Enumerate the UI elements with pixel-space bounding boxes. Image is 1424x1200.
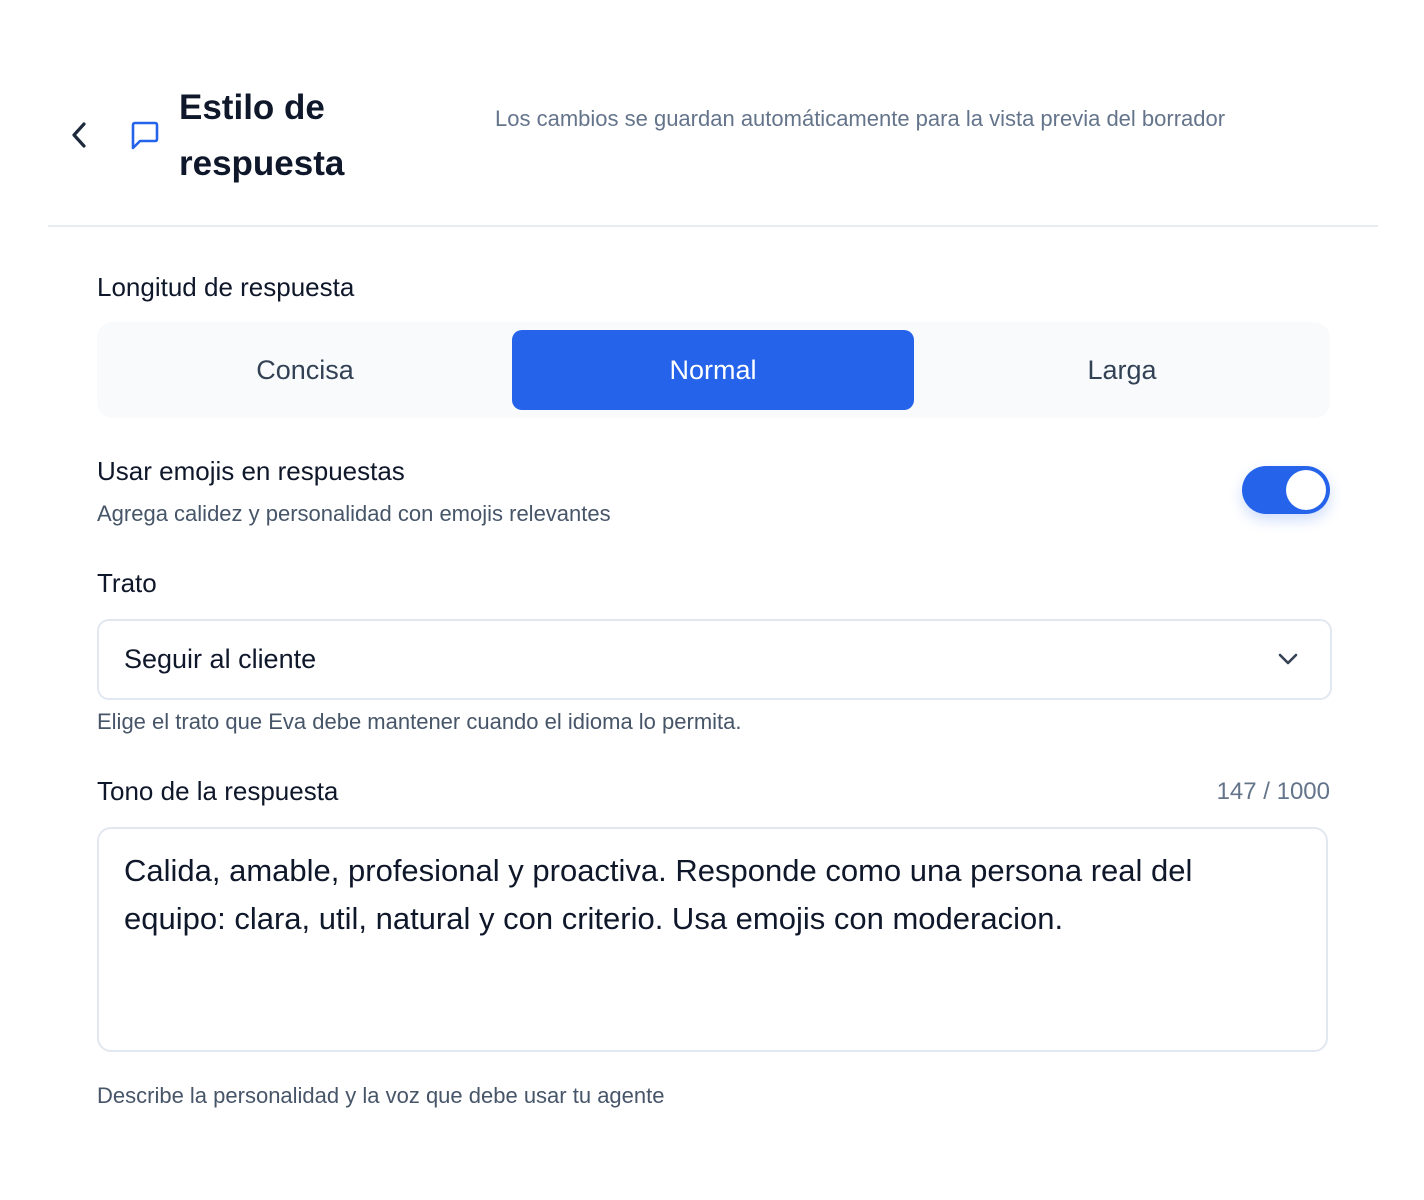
back-button[interactable] bbox=[68, 118, 92, 152]
page-title: Estilo de respuesta bbox=[179, 88, 345, 183]
treatment-select[interactable]: Seguir al cliente bbox=[97, 619, 1332, 700]
autosave-note: Los cambios se guardan automáticamente p… bbox=[495, 106, 1226, 131]
emoji-setting-description: Agrega calidez y personalidad con emojis… bbox=[97, 501, 611, 526]
toggle-knob bbox=[1286, 470, 1326, 510]
response-length-label: Longitud de respuesta bbox=[97, 272, 355, 302]
response-length-segmented-control: Concisa Normal Larga bbox=[97, 322, 1330, 418]
chevron-left-icon bbox=[72, 122, 86, 148]
length-option-normal[interactable]: Normal bbox=[512, 330, 914, 410]
treatment-help-text: Elige el trato que Eva debe mantener cua… bbox=[97, 709, 742, 734]
message-square-icon bbox=[131, 121, 159, 150]
tone-char-count: 147 / 1000 bbox=[1216, 778, 1330, 805]
tone-textarea[interactable]: Calida, amable, profesional y proactiva.… bbox=[97, 827, 1328, 1052]
length-option-larga[interactable]: Larga bbox=[921, 330, 1323, 410]
emoji-setting-label: Usar emojis en respuestas bbox=[97, 456, 405, 486]
tone-help-text: Describe la personalidad y la voz que de… bbox=[97, 1083, 665, 1108]
treatment-label: Trato bbox=[97, 568, 157, 598]
length-option-concisa[interactable]: Concisa bbox=[105, 330, 505, 410]
emoji-toggle[interactable] bbox=[1242, 466, 1330, 514]
chevron-down-icon bbox=[1278, 653, 1298, 665]
treatment-select-value: Seguir al cliente bbox=[124, 644, 317, 674]
tone-label: Tono de la respuesta bbox=[97, 776, 339, 806]
